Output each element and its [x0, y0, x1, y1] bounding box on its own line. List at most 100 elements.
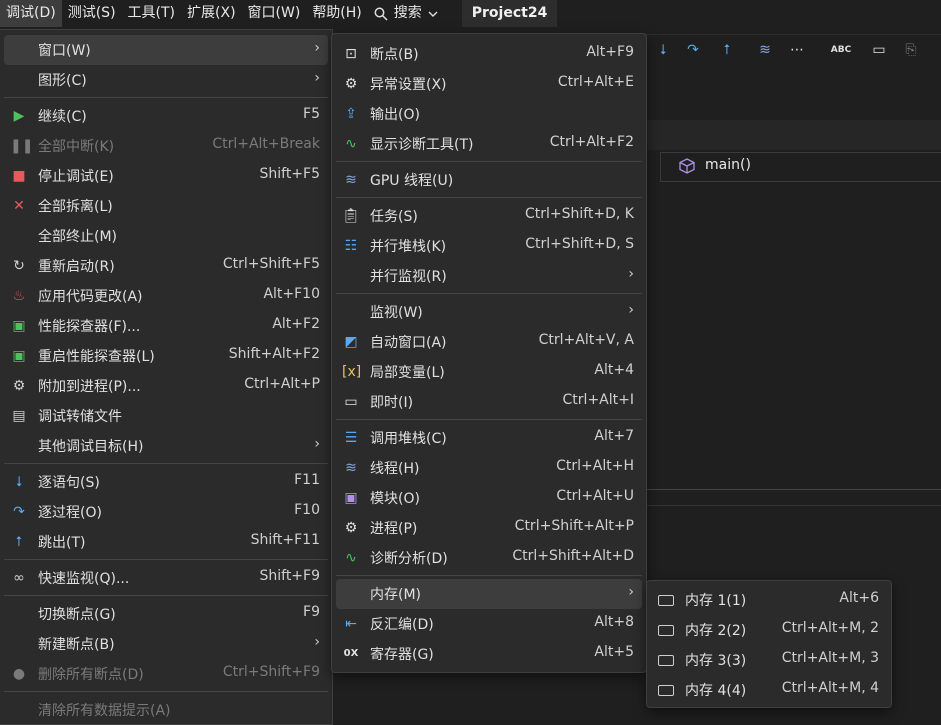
- menu-item-diagnostic-analysis[interactable]: ∿ 诊断分析(D) Ctrl+Shift+Alt+D: [336, 543, 642, 573]
- menu-item-modules[interactable]: ▣ 模块(O) Ctrl+Alt+U: [336, 483, 642, 513]
- menu-test[interactable]: 测试(S): [62, 0, 122, 27]
- menu-item-label: 诊断分析(D): [370, 551, 448, 567]
- modules-icon: ▣: [344, 490, 358, 506]
- menu-item-memory-3[interactable]: 内存 3(3) Ctrl+Alt+M, 3: [651, 645, 887, 675]
- cube-icon: [679, 158, 695, 174]
- menu-item-label: 进程(P): [370, 521, 418, 537]
- menu-item-label: 内存 1(1): [685, 593, 747, 609]
- menu-item-threads[interactable]: ≋ 线程(H) Ctrl+Alt+H: [336, 453, 642, 483]
- search-icon: [374, 7, 388, 21]
- menu-item-breakpoints[interactable]: ⊡ 断点(B) Alt+F9: [336, 39, 642, 69]
- paste-icon[interactable]: ⎘: [900, 39, 922, 61]
- menu-item-label: 全部终止(M): [38, 229, 118, 245]
- menu-item-gpu-threads[interactable]: ≋ GPU 线程(U): [336, 165, 642, 195]
- menu-item-output[interactable]: ⇪ 输出(O): [336, 99, 642, 129]
- separator: [4, 97, 328, 98]
- threads-icon: ≋: [345, 460, 357, 476]
- shortcut: Ctrl+Alt+E: [557, 74, 634, 90]
- menu-help[interactable]: 帮助(H): [306, 0, 367, 27]
- spellcheck-icon[interactable]: ABC: [830, 39, 852, 61]
- menu-item-restart[interactable]: ↻ 重新启动(R) Ctrl+Shift+F5: [4, 251, 328, 281]
- menu-item-label: 快速监视(Q)...: [38, 571, 130, 587]
- menu-item-quick-watch[interactable]: ∞ 快速监视(Q)... Shift+F9: [4, 563, 328, 593]
- gears-icon: ⚙: [12, 378, 26, 394]
- menu-item-label: 内存 4(4): [685, 683, 747, 699]
- menu-item-relaunch-profiler[interactable]: ▣ 重启性能探查器(L) Shift+Alt+F2: [4, 341, 328, 371]
- more-icon[interactable]: ⋯: [786, 39, 808, 61]
- menu-item-memory-4[interactable]: 内存 4(4) Ctrl+Alt+M, 4: [651, 675, 887, 705]
- menu-item-label: 内存 2(2): [685, 623, 747, 639]
- separator: [336, 161, 642, 162]
- menu-window[interactable]: 窗口(W): [242, 0, 307, 27]
- call-stack-icon: ☰: [344, 430, 358, 446]
- menu-item-performance-profiler[interactable]: ▣ 性能探查器(F)... Alt+F2: [4, 311, 328, 341]
- menu-item-other-targets[interactable]: 其他调试目标(H) ›: [4, 431, 328, 461]
- shortcut: Shift+F9: [259, 568, 320, 584]
- menu-item-toggle-breakpoint[interactable]: 切换断点(G) F9: [4, 599, 328, 629]
- menu-item-stop-debugging[interactable]: ■ 停止调试(E) Shift+F5: [4, 161, 328, 191]
- menu-item-apply-code-changes[interactable]: ♨ 应用代码更改(A) Alt+F10: [4, 281, 328, 311]
- disassembly-icon: ⇤: [345, 616, 357, 632]
- menu-item-step-into[interactable]: ⭣ 逐语句(S) F11: [4, 467, 328, 497]
- exception-settings-icon: ⚙: [344, 76, 358, 92]
- locals-icon: [x]: [342, 364, 362, 380]
- menu-item-label: 显示诊断工具(T): [370, 137, 474, 153]
- menu-debug[interactable]: 调试(D): [0, 0, 62, 27]
- menu-item-clear-datatips[interactable]: 清除所有数据提示(A): [4, 695, 328, 725]
- menu-item-delete-all-breakpoints[interactable]: ● 删除所有断点(D) Ctrl+Shift+F9: [4, 659, 328, 689]
- menu-item-label: 全部拆离(L): [38, 199, 113, 215]
- menu-tools[interactable]: 工具(T): [122, 0, 181, 27]
- menu-item-processes[interactable]: ⚙ 进程(P) Ctrl+Shift+Alt+P: [336, 513, 642, 543]
- menu-item-terminate-all[interactable]: 全部终止(M): [4, 221, 328, 251]
- diagnostic-analysis-icon: ∿: [345, 550, 357, 566]
- menu-item-locals[interactable]: [x] 局部变量(L) Alt+4: [336, 357, 642, 387]
- separator: [336, 419, 642, 420]
- menu-extensions[interactable]: 扩展(X): [181, 0, 242, 27]
- shortcut: Ctrl+Shift+F5: [222, 256, 320, 272]
- menu-item-dump-file[interactable]: ▤ 调试转储文件: [4, 401, 328, 431]
- menu-item-exception-settings[interactable]: ⚙ 异常设置(X) Ctrl+Alt+E: [336, 69, 642, 99]
- step-over-icon[interactable]: ↷: [682, 39, 704, 61]
- menu-item-graphics[interactable]: 图形(C) ›: [4, 65, 328, 95]
- step-out-icon[interactable]: ⭡: [716, 39, 738, 61]
- menu-item-window[interactable]: 窗口(W) ›: [4, 35, 328, 65]
- search-box[interactable]: 搜索: [368, 0, 444, 27]
- menu-item-break-all[interactable]: ❚❚ 全部中断(K) Ctrl+Alt+Break: [4, 131, 328, 161]
- menu-item-label: 跳出(T): [38, 535, 86, 551]
- menu-item-memory[interactable]: 内存(M) ›: [336, 579, 642, 609]
- menu-item-parallel-watch[interactable]: 并行监视(R) ›: [336, 261, 642, 291]
- menu-item-disassembly[interactable]: ⇤ 反汇编(D) Alt+8: [336, 609, 642, 639]
- project-name[interactable]: Project24: [461, 0, 558, 27]
- menu-item-step-out[interactable]: ⭡ 跳出(T) Shift+F11: [4, 527, 328, 557]
- menu-item-attach-to-process[interactable]: ⚙ 附加到进程(P)... Ctrl+Alt+P: [4, 371, 328, 401]
- menu-item-memory-1[interactable]: 内存 1(1) Alt+6: [651, 585, 887, 615]
- search-label: 搜索: [393, 5, 422, 21]
- menu-item-call-stack[interactable]: ☰ 调用堆栈(C) Alt+7: [336, 423, 642, 453]
- function-navigation-bar[interactable]: main(): [660, 152, 941, 182]
- menu-item-parallel-stacks[interactable]: ☷ 并行堆栈(K) Ctrl+Shift+D, S: [336, 231, 642, 261]
- menu-item-label: 调试转储文件: [38, 409, 122, 425]
- menu-item-memory-2[interactable]: 内存 2(2) Ctrl+Alt+M, 2: [651, 615, 887, 645]
- menu-item-label: 模块(O): [370, 491, 420, 507]
- menu-item-label: GPU 线程(U): [370, 173, 454, 189]
- shortcut: F5: [303, 106, 320, 122]
- menu-item-autos[interactable]: ◩ 自动窗口(A) Ctrl+Alt+V, A: [336, 327, 642, 357]
- menu-item-continue[interactable]: ▶ 继续(C) F5: [4, 101, 328, 131]
- delete-breakpoints-icon: ●: [12, 666, 26, 682]
- thread-icon[interactable]: ≋: [754, 39, 776, 61]
- menu-item-detach-all[interactable]: ✕ 全部拆离(L): [4, 191, 328, 221]
- menu-item-registers[interactable]: 0X 寄存器(G) Alt+5: [336, 639, 642, 669]
- debug-menu: 窗口(W) › 图形(C) › ▶ 继续(C) F5 ❚❚ 全部中断(K) Ctrl+Alt…: [0, 29, 333, 725]
- menu-item-label: 继续(C): [38, 109, 87, 125]
- menu-item-watch[interactable]: 监视(W) ›: [336, 297, 642, 327]
- menu-item-step-over[interactable]: ↷ 逐过程(O) F10: [4, 497, 328, 527]
- menu-item-label: 其他调试目标(H): [38, 439, 144, 455]
- menu-item-diagnostic-tools[interactable]: ∿ 显示诊断工具(T) Ctrl+Alt+F2: [336, 129, 642, 159]
- menu-item-immediate[interactable]: ▭ 即时(I) Ctrl+Alt+I: [336, 387, 642, 417]
- menu-item-new-breakpoint[interactable]: 新建断点(B) ›: [4, 629, 328, 659]
- menu-item-tasks[interactable]: 📋︎ 任务(S) Ctrl+Shift+D, K: [336, 201, 642, 231]
- step-into-icon[interactable]: ⭣: [652, 39, 674, 61]
- shortcut: Ctrl+Shift+D, S: [525, 236, 634, 252]
- menu-item-label: 即时(I): [370, 395, 414, 411]
- comment-icon[interactable]: ▭: [868, 39, 890, 61]
